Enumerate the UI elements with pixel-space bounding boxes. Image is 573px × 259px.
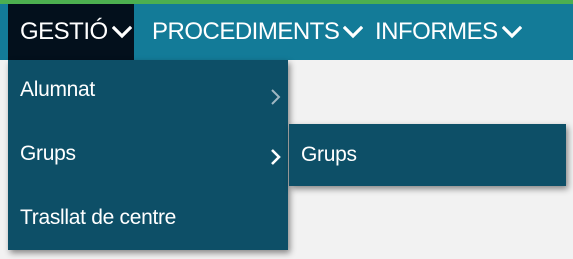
main-navbar: GESTIÓ PROCEDIMENTS INFORMES — [0, 4, 573, 60]
gestio-dropdown-menu: Alumnat Grups Trasllat de centre — [8, 60, 288, 250]
submenu-item-grups[interactable]: Grups — [289, 124, 566, 186]
nav-item-gestio[interactable]: GESTIÓ — [8, 4, 134, 60]
menu-item-label: Alumnat — [20, 78, 95, 101]
chevron-down-icon — [501, 25, 522, 39]
chevron-right-icon — [271, 89, 281, 105]
menu-item-trasllat-de-centre[interactable]: Trasllat de centre — [8, 188, 288, 248]
chevron-right-icon — [271, 149, 281, 165]
nav-item-informes[interactable]: INFORMES — [375, 4, 522, 60]
chevron-down-icon — [111, 25, 132, 39]
nav-item-label: GESTIÓ — [20, 18, 108, 45]
grups-submenu: Grups — [289, 124, 566, 186]
menu-item-label: Grups — [20, 142, 76, 165]
nav-item-label: PROCEDIMENTS — [152, 18, 340, 45]
submenu-item-label: Grups — [301, 143, 357, 166]
chevron-down-icon — [343, 25, 364, 39]
menu-item-alumnat[interactable]: Alumnat — [8, 60, 288, 120]
menu-item-grups[interactable]: Grups — [8, 124, 288, 184]
nav-item-procediments[interactable]: PROCEDIMENTS — [152, 4, 364, 60]
menu-item-label: Trasllat de centre — [20, 206, 177, 229]
nav-item-label: INFORMES — [375, 18, 498, 45]
